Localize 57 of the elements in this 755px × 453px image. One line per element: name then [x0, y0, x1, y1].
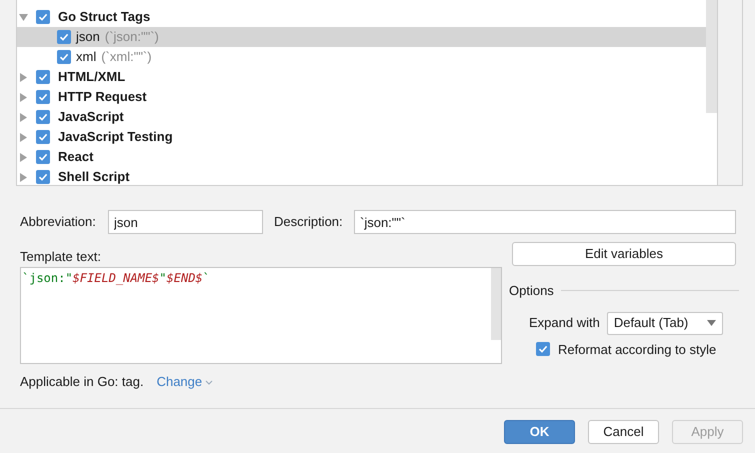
group-label: JavaScript Testing — [58, 128, 173, 146]
checkbox[interactable] — [36, 70, 50, 84]
collapsed-arrow-icon[interactable] — [19, 92, 28, 102]
reformat-label: Reformat according to style — [558, 340, 716, 359]
checkbox[interactable] — [536, 342, 550, 356]
dropdown-arrow-icon — [706, 320, 716, 326]
chevron-down-icon — [205, 380, 214, 384]
expanded-arrow-icon[interactable] — [19, 12, 28, 22]
checkbox[interactable] — [36, 130, 50, 144]
group-label: Go Struct Tags — [58, 8, 150, 26]
description-field[interactable]: `json:""` — [354, 210, 736, 234]
group-label: HTTP Request — [58, 88, 147, 106]
tree-row[interactable]: json (`json:""`) — [17, 27, 706, 47]
dialog-button[interactable]: OK — [504, 420, 575, 444]
tree-row[interactable]: JavaScript Testing — [17, 127, 706, 147]
change-link[interactable]: Change — [156, 372, 214, 392]
tree-row[interactable]: JavaScript — [17, 107, 706, 127]
template-code: `json:"$FIELD_NAME$"$END$` — [21, 270, 211, 287]
collapsed-arrow-icon[interactable] — [19, 172, 28, 182]
group-label: React — [58, 148, 94, 166]
expand-with-dropdown[interactable]: Default (Tab) — [606, 312, 723, 334]
collapsed-arrow-icon[interactable] — [19, 112, 28, 122]
template-name: json — [76, 28, 100, 46]
collapsed-arrow-icon[interactable] — [19, 72, 28, 82]
tree-row[interactable]: React — [17, 147, 706, 167]
checkbox[interactable] — [57, 50, 71, 64]
checkbox[interactable] — [36, 110, 50, 124]
group-label: Shell Script — [58, 168, 130, 185]
abbreviation-field[interactable]: json — [108, 210, 263, 234]
tree-row[interactable]: HTML/XML — [17, 67, 706, 87]
options-title: Options — [509, 282, 554, 300]
checkbox[interactable] — [36, 150, 50, 164]
template-detail: (`json:""`) — [104, 28, 159, 46]
group-label: JavaScript — [58, 108, 124, 126]
checkbox[interactable] — [57, 30, 71, 44]
template-name: xml — [76, 48, 96, 66]
tree-row[interactable]: xml (`xml:""`) — [17, 47, 706, 67]
edit-variables-button[interactable]: Edit variables — [512, 242, 736, 266]
group-label: HTML/XML — [58, 68, 126, 86]
checkbox[interactable] — [36, 170, 50, 184]
collapsed-arrow-icon[interactable] — [19, 152, 28, 162]
template-editor[interactable]: `json:"$FIELD_NAME$"$END$` — [20, 267, 502, 364]
abbreviation-label: Abbreviation: — [20, 213, 97, 232]
template-detail: (`xml:""`) — [101, 48, 152, 66]
tree-row[interactable]: Shell Script — [17, 167, 706, 185]
checkbox[interactable] — [36, 90, 50, 104]
applicable-text: Applicable in Go: tag. — [20, 373, 144, 392]
collapsed-arrow-icon[interactable] — [19, 132, 28, 142]
scrollbar[interactable] — [491, 268, 501, 340]
expand-with-label: Expand with — [529, 314, 600, 332]
scrollbar[interactable] — [706, 0, 717, 113]
tree-row[interactable]: HTTP Request — [17, 87, 706, 107]
tree-row[interactable]: Go Struct Tags — [17, 7, 706, 27]
dialog-button[interactable]: Cancel — [588, 420, 659, 444]
template-text-label: Template text: — [20, 248, 102, 266]
description-label: Description: — [274, 213, 344, 232]
checkbox[interactable] — [36, 10, 50, 24]
